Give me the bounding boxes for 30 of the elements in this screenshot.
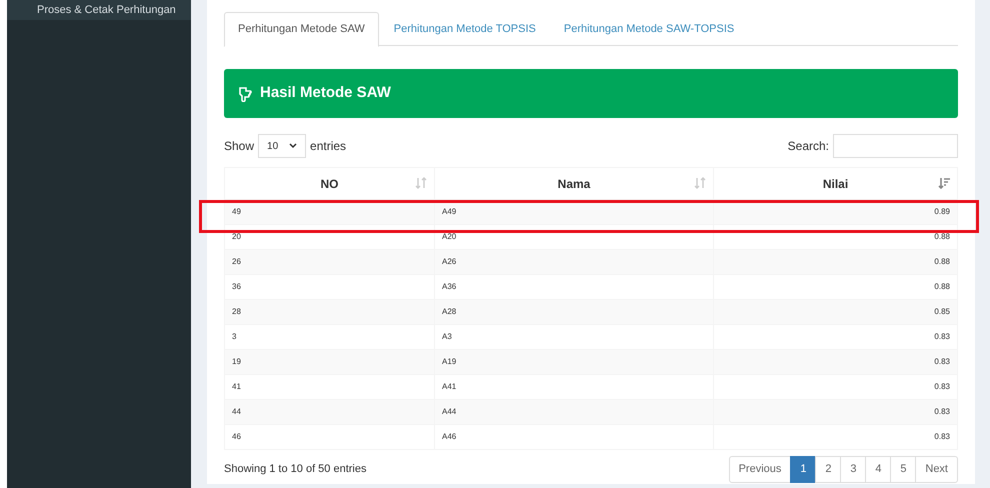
sort-icon [415, 177, 428, 189]
table-info: Showing 1 to 10 of 50 entries [224, 462, 366, 478]
tab[interactable]: Perhitungan Metode SAW-TOPSIS [550, 12, 748, 46]
chevron-down-icon [289, 143, 298, 149]
entries-label: entries [310, 138, 346, 155]
column-header[interactable]: Nama [434, 168, 714, 200]
tab[interactable]: Perhitungan Metode TOPSIS [380, 12, 549, 46]
column-header[interactable]: NO [224, 168, 434, 200]
entries-select[interactable]: 10 [258, 134, 306, 158]
page-button[interactable]: Next [915, 456, 958, 483]
banner-title: Hasil Metode SAW [260, 83, 391, 104]
page-button[interactable]: 1 [790, 456, 816, 483]
sidebar-item[interactable]: Proses & Cetak Perhitungan [7, 0, 191, 20]
table-cell: 46 [224, 424, 434, 450]
sort-icon [694, 177, 707, 189]
show-label: Show [224, 138, 254, 155]
search-label: Search: [788, 138, 829, 155]
page-button[interactable]: 2 [815, 456, 842, 483]
table-cell: A46 [434, 424, 714, 450]
search-field[interactable] [833, 134, 958, 158]
page-button[interactable]: Previous [728, 456, 792, 483]
column-header[interactable]: Nilai [714, 168, 958, 200]
tab[interactable]: Perhitungan Metode SAW [224, 12, 379, 47]
page-button[interactable]: 5 [890, 456, 916, 483]
page-button[interactable]: 4 [865, 456, 892, 483]
table-cell: 0.83 [714, 424, 958, 450]
sort-descending-icon [938, 177, 951, 189]
thumbs-down-icon [238, 86, 252, 102]
sidebar-item-label: Proses & Cetak Perhitungan [37, 4, 176, 16]
page-button[interactable]: 3 [840, 456, 866, 483]
